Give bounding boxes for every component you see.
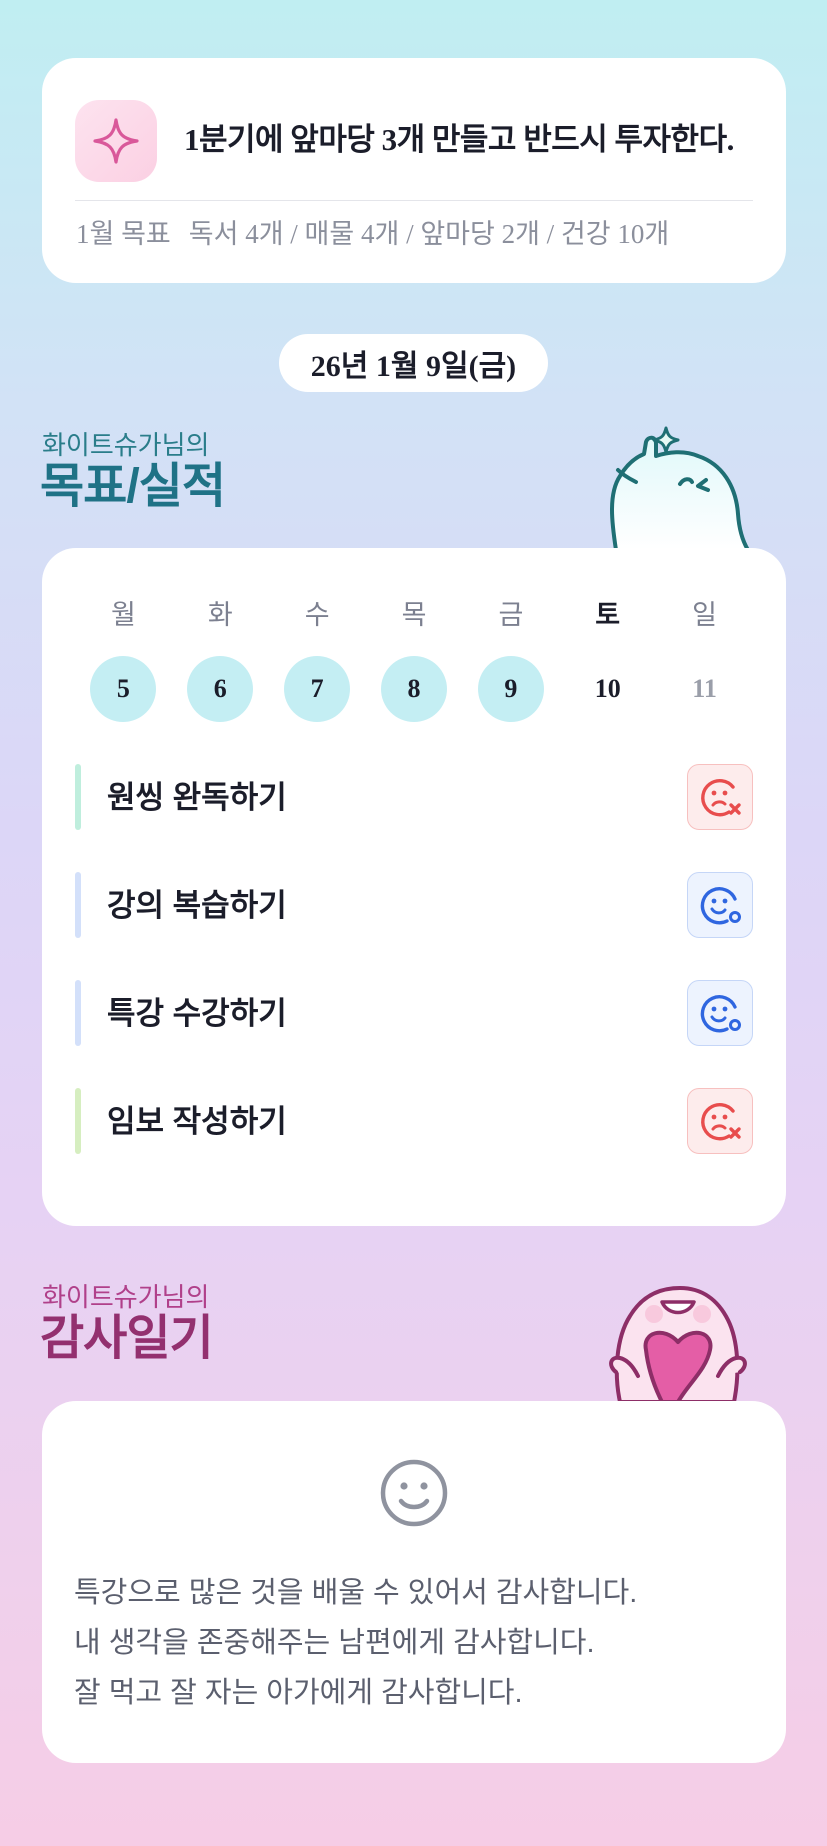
goal-title: 1분기에 앞마당 3개 만들고 반드시 투자한다. xyxy=(184,122,734,157)
performance-card: 월 5 화 6 수 7 목 8 금 9 토 10 일 11 원씽 완독하기 강의… xyxy=(42,548,786,1226)
task-color-bar xyxy=(75,764,81,830)
day-number: 5 xyxy=(90,656,157,722)
week-calendar: 월 5 화 6 수 7 목 8 금 9 토 10 일 11 xyxy=(75,598,753,722)
task-color-bar xyxy=(75,1088,81,1154)
gratitude-diary-text: 특강으로 많은 것을 배울 수 있어서 감사합니다. 내 생각을 존중해주는 남… xyxy=(74,1568,637,1718)
gratitude-line: 잘 먹고 잘 자는 아가에게 감사합니다. xyxy=(74,1677,523,1709)
task-status-fail-button[interactable] xyxy=(687,764,753,830)
task-list: 원씽 완독하기 강의 복습하기 특강 수강하기 임보 작성하기 xyxy=(75,764,753,1196)
task-status-ok-button[interactable] xyxy=(687,872,753,938)
day-wed[interactable]: 수 7 xyxy=(269,598,366,722)
task-status-fail-button[interactable] xyxy=(687,1088,753,1154)
day-sat[interactable]: 토 10 xyxy=(559,598,656,722)
gratitude-card: 특강으로 많은 것을 배울 수 있어서 감사합니다. 내 생각을 존중해주는 남… xyxy=(42,1401,786,1763)
task-status-ok-button[interactable] xyxy=(687,980,753,1046)
heart-mascot-icon xyxy=(609,1286,747,1402)
day-name: 화 xyxy=(207,600,233,630)
day-name: 일 xyxy=(692,600,717,630)
day-number: 9 xyxy=(477,656,544,722)
task-label: 특강 수강하기 xyxy=(107,996,287,1031)
sad-face-x-icon xyxy=(701,1103,741,1141)
day-number: 7 xyxy=(284,656,351,722)
waving-mascot-icon xyxy=(610,426,750,550)
task-label: 원씽 완독하기 xyxy=(107,780,287,815)
day-thu[interactable]: 목 8 xyxy=(366,598,463,722)
monthly-goal-items: 독서 4개 / 매물 4개 / 앞마당 2개 / 건강 10개 xyxy=(188,219,670,249)
happy-face-o-icon xyxy=(700,995,741,1033)
day-number: 8 xyxy=(381,656,447,722)
sad-face-x-icon xyxy=(701,779,741,817)
goal-icon-box xyxy=(75,100,157,182)
date-pill[interactable]: 26년 1월 9일(금) xyxy=(279,334,548,392)
monthly-goal-label: 1월 목표 xyxy=(76,219,171,249)
day-mon[interactable]: 월 5 xyxy=(75,598,172,722)
task-label: 임보 작성하기 xyxy=(107,1104,287,1139)
monthly-goals: 1월 목표 독서 4개 / 매물 4개 / 앞마당 2개 / 건강 10개 xyxy=(76,221,669,248)
day-name: 목 xyxy=(401,600,427,630)
happy-face-o-icon xyxy=(700,887,741,925)
task-item: 원씽 완독하기 xyxy=(75,764,753,830)
day-sun[interactable]: 일 11 xyxy=(656,598,753,722)
gratitude-line: 내 생각을 존중해주는 남편에게 감사합니다. xyxy=(74,1627,595,1659)
thanks-section-subtitle: 화이트슈가님의 xyxy=(42,1282,210,1312)
day-name: 토 xyxy=(595,600,621,630)
task-item: 임보 작성하기 xyxy=(75,1088,753,1154)
day-number: 6 xyxy=(187,656,254,722)
goals-section-title: 목표/실적 xyxy=(40,460,226,513)
thanks-section-title: 감사일기 xyxy=(40,1312,214,1365)
task-color-bar xyxy=(75,980,81,1046)
day-name: 월 xyxy=(111,600,136,630)
task-color-bar xyxy=(75,872,81,938)
day-number: 10 xyxy=(594,674,621,703)
day-fri[interactable]: 금 9 xyxy=(462,598,559,722)
day-name: 금 xyxy=(498,600,524,630)
day-tue[interactable]: 화 6 xyxy=(172,598,269,722)
day-name: 수 xyxy=(304,600,330,630)
sparkle-icon xyxy=(93,118,139,164)
task-item: 특강 수강하기 xyxy=(75,980,753,1046)
smiley-icon xyxy=(380,1459,448,1527)
day-number: 11 xyxy=(692,674,717,703)
gratitude-line: 특강으로 많은 것을 배울 수 있어서 감사합니다. xyxy=(74,1577,638,1609)
task-label: 강의 복습하기 xyxy=(107,888,287,923)
goals-section-subtitle: 화이트슈가님의 xyxy=(42,430,210,460)
task-item: 강의 복습하기 xyxy=(75,872,753,938)
divider xyxy=(75,200,753,201)
goal-card: 1분기에 앞마당 3개 만들고 반드시 투자한다. 1월 목표 독서 4개 / 매… xyxy=(42,58,786,283)
